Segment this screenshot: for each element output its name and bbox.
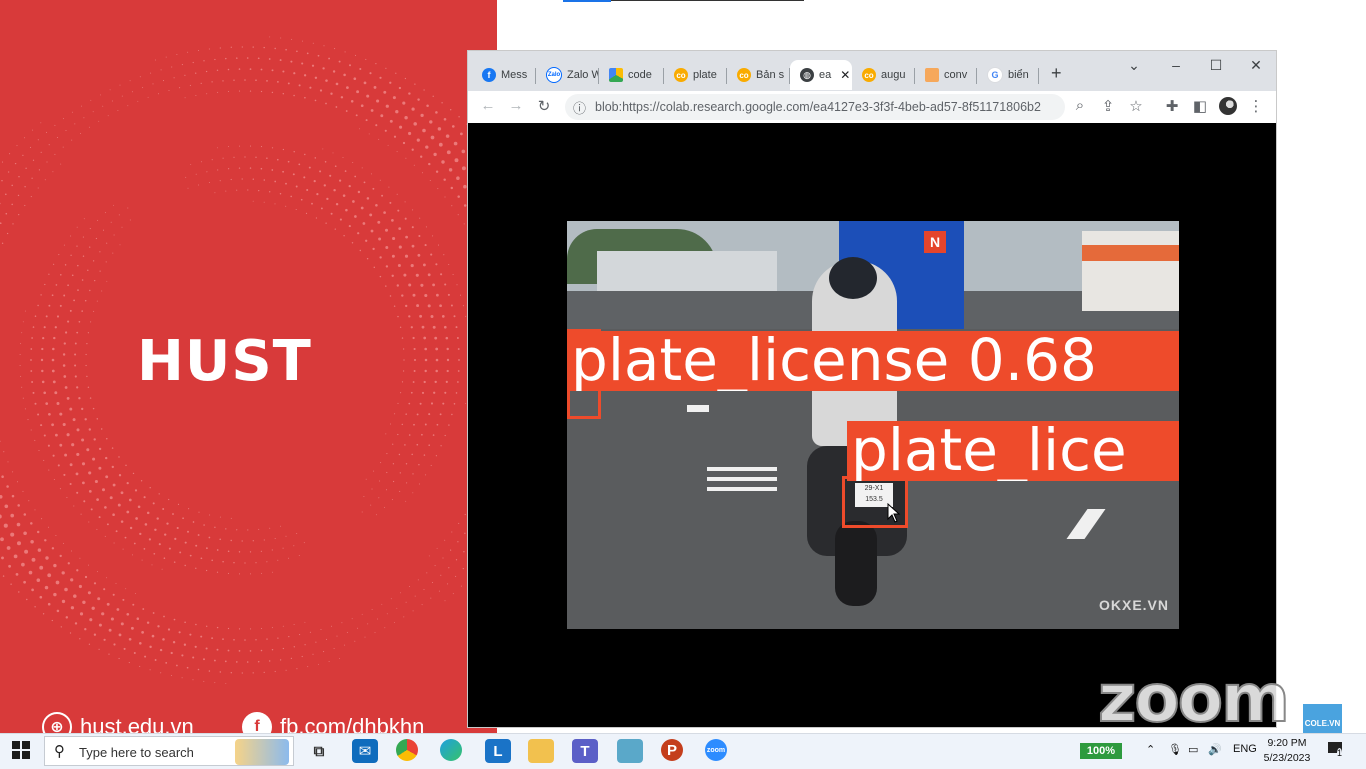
top-progress-accent (563, 0, 611, 2)
building-band (1082, 245, 1179, 261)
tab-strip: f Mess Zalo Zalo W code co plate co Bản … (468, 51, 1276, 91)
tab-search-button[interactable]: ⌄ (1124, 57, 1144, 74)
windows-taskbar: ⚲ Type here to search ⧉ ✉ L T P zoom 100… (0, 733, 1366, 769)
search-highlight-image (235, 739, 289, 765)
bus-sign: N (924, 231, 946, 253)
tab-label: plate (693, 69, 717, 81)
colab-icon: co (674, 68, 688, 82)
tab-label: conv (944, 69, 968, 81)
top-underline (611, 0, 804, 1)
roboflow-icon (925, 68, 939, 82)
clock-time: 9:20 PM (1267, 737, 1307, 749)
hust-logo: HUST (137, 329, 312, 394)
tab-label: Zalo W (567, 69, 599, 81)
task-view-icon[interactable]: ⧉ (306, 739, 332, 763)
colab-icon: co (737, 68, 751, 82)
wall (597, 251, 777, 291)
hust-slide-panel: HUST ⊕ hust.edu.vn f fb.com/dhbkhn (0, 0, 497, 736)
helmet (829, 257, 877, 299)
profile-avatar[interactable] (1218, 97, 1238, 119)
edge-icon[interactable] (440, 739, 462, 761)
crosswalk (707, 467, 777, 471)
mouse-cursor (887, 503, 901, 523)
microphone-icon[interactable]: 🎙 (1168, 743, 1182, 756)
tab-code[interactable]: code (599, 60, 664, 90)
app-icon[interactable] (617, 739, 643, 763)
address-bar[interactable]: ⓘ blob:https://colab.research.google.com… (565, 94, 1065, 120)
facebook-icon: f (482, 68, 496, 82)
tab-active-blob[interactable]: ◍ ea ✕ (790, 60, 852, 90)
menu-icon[interactable]: ⋮ (1246, 97, 1266, 115)
file-explorer-icon[interactable] (528, 739, 554, 763)
chevron-up-icon[interactable]: ⌃ (1146, 743, 1155, 756)
language-indicator[interactable]: ENG (1233, 743, 1257, 755)
system-clock[interactable]: 9:20 PM 5/23/2023 (1262, 736, 1312, 766)
notification-count: 1 (1337, 748, 1343, 758)
crosswalk (707, 487, 777, 491)
reload-button[interactable]: ↻ (534, 97, 554, 115)
taskbar-search-box[interactable]: ⚲ Type here to search (44, 736, 294, 766)
close-window-button[interactable]: ✕ (1246, 57, 1266, 74)
google-drive-icon (609, 68, 623, 82)
tab-messenger[interactable]: f Mess (472, 60, 536, 90)
chrome-icon[interactable] (396, 739, 418, 761)
zoom-icon[interactable]: ⌕ (1070, 97, 1090, 114)
mail-icon[interactable]: ✉ (352, 739, 378, 763)
new-tab-button[interactable]: + (1051, 63, 1062, 84)
side-panel-icon[interactable]: ◧ (1190, 97, 1210, 115)
crosswalk (707, 477, 777, 481)
volume-icon[interactable]: 🔊 (1208, 743, 1222, 756)
tab-label: Bản s (756, 69, 785, 81)
powerpoint-icon[interactable]: P (661, 739, 683, 761)
browser-window: f Mess Zalo Zalo W code co plate co Bản … (467, 50, 1277, 728)
share-icon[interactable]: ⇪ (1098, 97, 1118, 115)
detection-label: plate_license 0.68 (567, 331, 1179, 391)
maximize-button[interactable]: ☐ (1206, 57, 1226, 74)
okxe-watermark: OKXE.VN (1098, 597, 1169, 613)
tab-ban-sao[interactable]: co Bản s (727, 60, 790, 90)
tab-label: Mess (501, 69, 528, 81)
tab-label: code (628, 69, 652, 81)
lane-mark (687, 405, 709, 412)
zoom-app-icon[interactable]: zoom (705, 739, 727, 761)
browser-toolbar: ← → ↻ ⓘ blob:https://colab.research.goog… (468, 91, 1276, 124)
tab-plate[interactable]: co plate (664, 60, 727, 90)
battery-icon[interactable]: ▭ (1188, 743, 1198, 756)
info-icon[interactable]: ⓘ (573, 98, 586, 117)
detection-label: plate_lice (847, 421, 1179, 481)
tab-label: augu (881, 69, 906, 81)
colab-icon: co (862, 68, 876, 82)
video-player[interactable]: N 29-X1 153.5 plate_license 0.68 plate_l… (567, 221, 1179, 629)
search-icon: ⚲ (54, 743, 65, 760)
tab-conv[interactable]: conv (915, 60, 977, 90)
zalo-icon: Zalo (546, 67, 562, 83)
notification-icon[interactable]: 1 (1328, 742, 1346, 758)
url-text[interactable]: blob:https://colab.research.google.com/e… (595, 100, 1041, 114)
teams-icon[interactable]: T (572, 739, 598, 763)
windows-start-button[interactable] (12, 741, 30, 759)
wheel (835, 521, 877, 606)
zoom-watermark: zoom (1097, 659, 1291, 738)
bookmark-star-icon[interactable]: ☆ (1126, 97, 1146, 115)
forward-button[interactable]: → (506, 97, 526, 114)
building (1082, 231, 1179, 311)
extensions-icon[interactable]: ✚ (1162, 97, 1182, 115)
tab-bien[interactable]: G biển (977, 60, 1039, 90)
search-placeholder: Type here to search (79, 745, 194, 760)
globe-icon: ◍ (800, 68, 814, 82)
tab-label: ea (819, 69, 832, 81)
page-content: N 29-X1 153.5 plate_license 0.68 plate_l… (468, 123, 1276, 727)
back-button[interactable]: ← (478, 97, 498, 114)
minimize-button[interactable]: – (1166, 57, 1186, 73)
clock-date: 5/23/2023 (1263, 752, 1311, 764)
google-icon: G (987, 67, 1003, 83)
lane-mark (1066, 509, 1106, 539)
lync-icon[interactable]: L (485, 739, 511, 763)
tab-label: biển (1008, 69, 1029, 81)
tab-augu[interactable]: co augu (852, 60, 915, 90)
battery-indicator[interactable]: 100% (1080, 743, 1122, 759)
tab-zalo[interactable]: Zalo Zalo W (536, 60, 599, 90)
close-icon[interactable]: ✕ (840, 68, 850, 82)
